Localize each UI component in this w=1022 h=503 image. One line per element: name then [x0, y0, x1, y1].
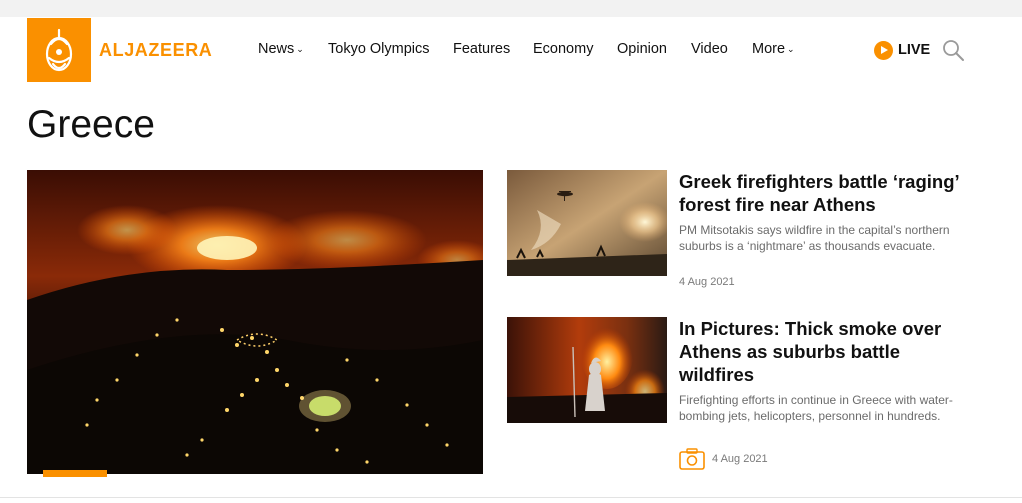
article-1-date: 4 Aug 2021	[679, 276, 735, 288]
hero-image[interactable]	[27, 170, 483, 474]
chevron-down-icon: ⌄	[296, 44, 304, 54]
nav-tokyo-olympics[interactable]: Tokyo Olympics	[328, 41, 430, 57]
nav-economy[interactable]: Economy	[533, 41, 593, 57]
page-title: Greece	[27, 103, 155, 146]
article-2-date: 4 Aug 2021	[712, 453, 768, 465]
camera-icon	[679, 448, 705, 470]
article-2-headline[interactable]: In Pictures: Thick smoke over Athens as …	[679, 317, 969, 386]
search-icon[interactable]	[941, 38, 965, 62]
divider	[0, 497, 1022, 498]
nav-economy-label: Economy	[533, 41, 594, 57]
nav-video[interactable]: Video	[691, 41, 728, 57]
nav-news[interactable]: News ⌄	[258, 41, 304, 57]
live-button[interactable]: LIVE	[874, 40, 930, 60]
statue-wildfire-photo	[507, 317, 667, 423]
logo[interactable]	[27, 18, 91, 82]
nav-news-label: News	[258, 41, 295, 57]
nav-video-label: Video	[691, 41, 728, 57]
chevron-down-icon: ⌄	[787, 44, 795, 54]
article-1-headline[interactable]: Greek firefighters battle ‘raging’ fores…	[679, 170, 969, 216]
wildfire-night-photo	[27, 170, 483, 474]
nav-more-label: More	[752, 41, 786, 57]
hero-accent-bar	[43, 470, 107, 477]
live-label: LIVE	[898, 42, 931, 58]
firefighting-aircraft-photo	[507, 170, 667, 276]
top-strip	[0, 0, 1022, 17]
nav-features-label: Features	[453, 41, 511, 57]
nav-tokyo-olympics-label: Tokyo Olympics	[328, 41, 430, 57]
aljazeera-emblem-icon	[45, 28, 73, 72]
play-circle-icon	[874, 40, 893, 60]
nav-opinion-label: Opinion	[617, 41, 667, 57]
article-2-thumbnail[interactable]	[507, 317, 667, 423]
article-2-summary: Firefighting efforts in continue in Gree…	[679, 393, 953, 423]
nav-more[interactable]: More ⌄	[752, 41, 795, 57]
nav-opinion[interactable]: Opinion	[617, 41, 667, 57]
article-1-summary: PM Mitsotakis says wildfire in the capit…	[679, 223, 950, 253]
article-1-thumbnail[interactable]	[507, 170, 667, 276]
logo-text[interactable]: ALJAZEERA	[99, 40, 212, 61]
nav-features[interactable]: Features	[453, 41, 510, 57]
